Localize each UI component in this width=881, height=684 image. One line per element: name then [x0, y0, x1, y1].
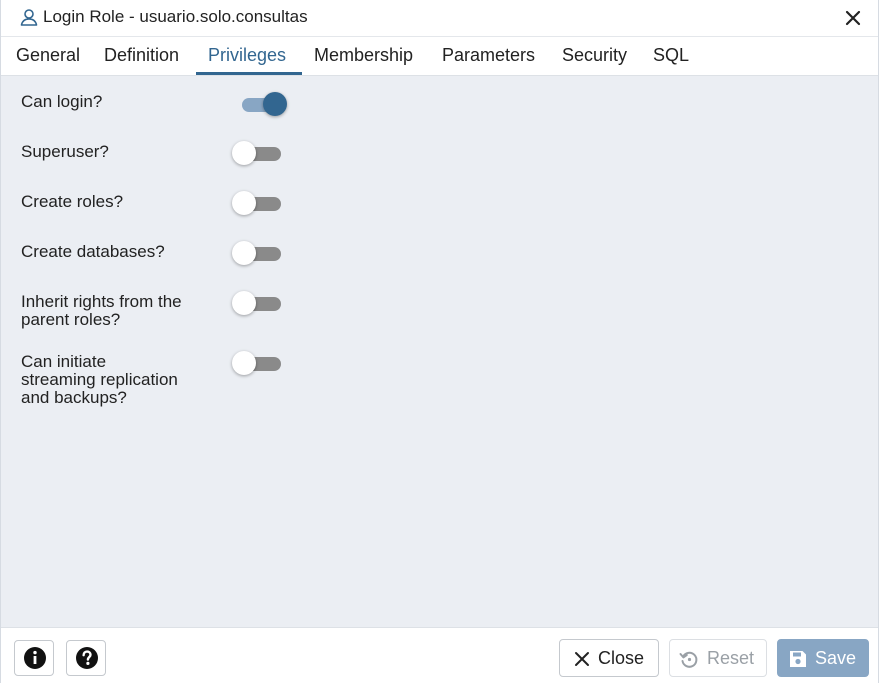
- create-roles-label: Create roles?: [21, 192, 124, 211]
- inherit-label-line: parent roles?: [21, 310, 121, 329]
- save-button-label: Save: [815, 648, 857, 668]
- create-databases-switch[interactable]: [232, 239, 284, 267]
- can-login-label: Can login?: [21, 92, 103, 111]
- replication-label-line: streaming replication: [21, 370, 178, 389]
- switch-knob: [232, 141, 256, 165]
- tab-definition[interactable]: Definition: [104, 37, 179, 73]
- replication-label-line: and backups?: [21, 388, 127, 407]
- create-roles-switch[interactable]: [232, 189, 284, 217]
- inherit-label: Inherit rights from the parent roles?: [21, 293, 211, 329]
- reset-icon: [679, 651, 698, 668]
- tab-bar: General Definition Privileges Membership…: [1, 37, 878, 76]
- switch-knob: [263, 92, 287, 116]
- login-role-dialog: Login Role - usuario.solo.consultas Gene…: [0, 0, 879, 684]
- tab-security[interactable]: Security: [562, 37, 627, 73]
- switch-knob: [232, 241, 256, 265]
- dialog-title: Login Role - usuario.solo.consultas: [43, 7, 308, 26]
- privileges-panel: Can login? Superuser? Create roles? Crea…: [1, 76, 878, 627]
- superuser-switch[interactable]: [232, 139, 284, 167]
- close-icon[interactable]: [842, 7, 864, 29]
- create-databases-label: Create databases?: [21, 242, 165, 261]
- help-button[interactable]: [66, 640, 106, 676]
- user-icon: [20, 9, 38, 26]
- superuser-label: Superuser?: [21, 142, 109, 161]
- inherit-label-line: Inherit rights from the: [21, 292, 182, 311]
- tab-parameters[interactable]: Parameters: [442, 37, 535, 73]
- tab-sql[interactable]: SQL: [653, 37, 689, 73]
- dialog-footer: Close Reset Save: [1, 627, 878, 684]
- save-button[interactable]: Save: [777, 639, 869, 677]
- active-tab-indicator: [196, 72, 302, 75]
- reset-button[interactable]: Reset: [669, 639, 767, 677]
- inherit-switch[interactable]: [232, 289, 284, 317]
- close-button[interactable]: Close: [559, 639, 659, 677]
- close-icon: [575, 652, 589, 666]
- replication-switch[interactable]: [232, 349, 284, 377]
- info-icon: [24, 647, 46, 669]
- tab-general[interactable]: General: [16, 37, 80, 73]
- dialog-titlebar[interactable]: Login Role - usuario.solo.consultas: [1, 0, 878, 37]
- switch-knob: [232, 191, 256, 215]
- close-button-label: Close: [598, 648, 645, 668]
- tab-membership[interactable]: Membership: [314, 37, 413, 73]
- replication-label: Can initiate streaming replication and b…: [21, 353, 211, 407]
- reset-button-label: Reset: [707, 648, 755, 668]
- info-button[interactable]: [14, 640, 54, 676]
- help-icon: [76, 647, 98, 669]
- switch-knob: [232, 351, 256, 375]
- replication-label-line: Can initiate: [21, 352, 107, 371]
- switch-knob: [232, 291, 256, 315]
- tab-privileges[interactable]: Privileges: [208, 37, 286, 73]
- save-icon: [790, 651, 806, 667]
- can-login-switch[interactable]: [242, 90, 294, 118]
